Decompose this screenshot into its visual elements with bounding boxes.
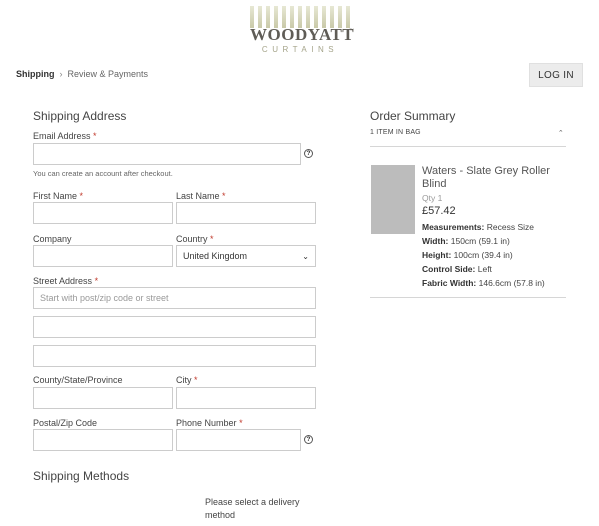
chevron-right-icon: › bbox=[59, 69, 63, 79]
logo-wordmark: WOODYATT bbox=[250, 25, 355, 44]
login-button[interactable]: LOG IN bbox=[529, 63, 583, 87]
first-name-field[interactable] bbox=[33, 202, 173, 224]
company-field[interactable] bbox=[33, 245, 173, 267]
country-select[interactable]: United Kingdom ⌄ bbox=[176, 245, 316, 267]
checkout-progress: Shipping › Review & Payments bbox=[16, 69, 148, 79]
first-name-label: First Name * bbox=[33, 191, 84, 201]
phone-field[interactable] bbox=[176, 429, 301, 451]
country-label: Country * bbox=[176, 234, 214, 244]
product-qty: Qty 1 bbox=[422, 193, 443, 203]
option-width: Width: 150cm (59.1 in) bbox=[422, 236, 510, 246]
option-height: Height: 100cm (39.4 in) bbox=[422, 250, 513, 260]
shipping-address-title: Shipping Address bbox=[33, 109, 127, 123]
email-note: You can create an account after checkout… bbox=[33, 169, 173, 178]
city-field[interactable] bbox=[176, 387, 316, 409]
help-icon[interactable]: ? bbox=[304, 435, 313, 444]
city-label: City * bbox=[176, 375, 198, 385]
order-summary-title: Order Summary bbox=[370, 109, 456, 123]
logo-trademark: ™ bbox=[349, 28, 354, 34]
logo-subtitle: CURTAINS bbox=[261, 45, 339, 54]
phone-label: Phone Number * bbox=[176, 418, 243, 428]
progress-step-review-payments[interactable]: Review & Payments bbox=[68, 69, 149, 79]
last-name-label: Last Name * bbox=[176, 191, 226, 201]
chevron-down-icon: ⌄ bbox=[302, 251, 309, 261]
delivery-method-message: Please select a delivery method bbox=[205, 497, 300, 520]
email-label: Email Address * bbox=[33, 131, 97, 141]
last-name-field[interactable] bbox=[176, 202, 316, 224]
company-label: Company bbox=[33, 234, 72, 244]
street-address-line2-field[interactable] bbox=[33, 316, 316, 338]
shipping-methods-title: Shipping Methods bbox=[33, 469, 130, 483]
woodyatt-logo[interactable]: WOODYATT ™ CURTAINS bbox=[250, 6, 355, 54]
postal-code-label: Postal/Zip Code bbox=[33, 418, 98, 428]
option-control-side: Control Side: Left bbox=[422, 264, 492, 274]
county-label: County/State/Province bbox=[33, 375, 123, 385]
street-address-line1-field[interactable]: Start with post/zip code or street bbox=[33, 287, 316, 309]
help-icon[interactable]: ? bbox=[304, 149, 313, 158]
country-value: United Kingdom bbox=[183, 251, 248, 261]
product-name[interactable]: Waters - Slate Grey Roller Blind bbox=[422, 165, 562, 191]
chevron-up-icon: ⌃ bbox=[557, 130, 564, 137]
items-in-bag-toggle[interactable]: 1 ITEM IN BAG ⌃ bbox=[370, 129, 566, 137]
postal-code-field[interactable] bbox=[33, 429, 173, 451]
summary-divider-bottom bbox=[370, 297, 566, 298]
summary-divider-top bbox=[370, 146, 566, 147]
product-price: £57.42 bbox=[422, 205, 456, 217]
product-thumbnail bbox=[371, 165, 415, 234]
street-address-line3-field[interactable] bbox=[33, 345, 316, 367]
option-fabric-width: Fabric Width: 146.6cm (57.8 in) bbox=[422, 278, 545, 288]
option-measurements: Measurements: Recess Size bbox=[422, 222, 534, 232]
county-field[interactable] bbox=[33, 387, 173, 409]
street-address-label: Street Address * bbox=[33, 276, 99, 286]
progress-step-shipping: Shipping bbox=[16, 69, 55, 79]
items-count: 1 ITEM IN BAG bbox=[370, 129, 421, 136]
email-field[interactable] bbox=[33, 143, 301, 165]
